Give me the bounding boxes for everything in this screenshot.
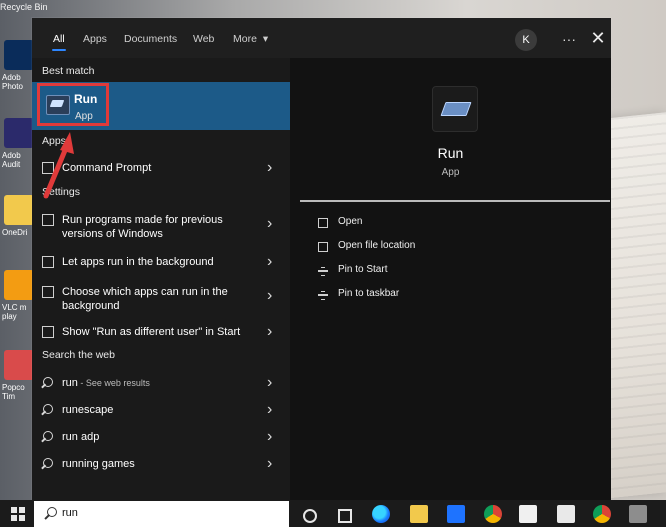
result-label: Show "Run as different user" in Start [62, 326, 241, 338]
action-label: Open file location [338, 240, 416, 251]
background-paper [610, 111, 666, 499]
tab-documents[interactable]: Documents [124, 33, 177, 51]
desktop-label-onedrive: OneDri [2, 228, 28, 237]
file-location-icon [318, 242, 328, 252]
file-icon[interactable] [557, 505, 575, 523]
action-label: Pin to taskbar [338, 288, 400, 299]
result-setting-compat[interactable]: Run programs made for previous versions … [32, 208, 290, 242]
windows-start-icon[interactable] [11, 507, 25, 521]
web-result-runescape[interactable]: runescape › [32, 398, 290, 424]
settings-icon [42, 326, 54, 338]
action-label: Pin to Start [338, 264, 388, 275]
run-app-large-icon [432, 86, 478, 132]
chevron-right-icon[interactable]: › [267, 288, 279, 304]
action-open[interactable]: Open [318, 215, 568, 233]
edge-icon[interactable] [372, 505, 390, 523]
cortana-icon[interactable] [303, 509, 317, 523]
tab-all[interactable]: All [52, 33, 66, 51]
web-result-sub: - See web results [77, 378, 150, 388]
web-section-title: Search the web [42, 349, 115, 361]
web-result-label: run [62, 377, 78, 389]
open-icon [318, 218, 328, 228]
search-tabs-bar: All Apps Documents Web More ▾ K ··· ✕ [32, 18, 611, 58]
result-label: Let apps run in the background [62, 256, 214, 268]
details-app-type: App [441, 167, 460, 178]
settings-icon [42, 214, 54, 226]
result-setting-background[interactable]: Let apps run in the background › [32, 250, 290, 276]
chrome-icon[interactable] [484, 505, 502, 523]
chevron-right-icon[interactable]: › [267, 254, 279, 270]
details-app-name: Run [437, 145, 464, 161]
mail-icon[interactable] [447, 505, 465, 523]
tab-apps[interactable]: Apps [83, 33, 107, 51]
action-open-file-location[interactable]: Open file location [318, 239, 568, 257]
action-pin-to-taskbar[interactable]: Pin to taskbar [318, 287, 568, 305]
web-result-running-games[interactable]: running games › [32, 452, 290, 478]
action-pin-to-start[interactable]: Pin to Start [318, 263, 568, 281]
chrome-alt-icon[interactable] [593, 505, 611, 523]
search-icon [44, 507, 57, 519]
document-icon[interactable] [519, 505, 537, 523]
taskbar-search-box[interactable]: run [34, 501, 289, 527]
tab-more-label: More [233, 33, 257, 45]
desktop-label-photoshop: Adob Photo [2, 73, 23, 91]
action-label: Open [338, 216, 363, 227]
web-result-run[interactable]: run - See web results › [32, 371, 290, 397]
desktop-icon-popcorn[interactable] [4, 350, 34, 380]
desktop-label-vlc: VLC m play [2, 303, 27, 321]
best-match-title: Best match [42, 65, 95, 77]
pin-icon [318, 266, 328, 276]
chevron-right-icon[interactable]: › [267, 402, 279, 418]
annotation-highlight-box [37, 83, 109, 126]
tab-web[interactable]: Web [193, 33, 214, 51]
close-icon[interactable]: ✕ [587, 27, 609, 49]
desktop: Recycle Bin Adob Photo Adob Audit OneDri… [0, 0, 48, 500]
result-setting-different-user[interactable]: Show "Run as different user" in Start › [32, 320, 290, 346]
web-result-run-adp[interactable]: run adp › [32, 425, 290, 451]
desktop-label-audition: Adob Audit [2, 151, 21, 169]
result-label: Run programs made for previous versions … [62, 214, 223, 240]
details-divider [300, 200, 610, 202]
recycle-bin-label: Recycle Bin [0, 2, 48, 12]
web-result-text: run - See web results [62, 376, 257, 390]
chevron-right-icon[interactable]: › [267, 160, 279, 176]
desktop-icon-vlc[interactable] [4, 270, 34, 300]
desktop-icon-onedrive[interactable] [4, 195, 34, 225]
web-result-label: runescape [62, 404, 114, 416]
annotation-arrow [43, 132, 74, 199]
chevron-right-icon[interactable]: › [267, 429, 279, 445]
task-view-icon[interactable] [338, 509, 352, 523]
tab-more[interactable]: More ▾ [233, 33, 268, 51]
user-avatar[interactable]: K [515, 29, 537, 51]
web-result-label: run adp [62, 431, 100, 443]
result-setting-choose-apps[interactable]: Choose which apps can run in the backgro… [32, 280, 290, 314]
pin-icon [318, 290, 328, 300]
web-result-label: running games [62, 458, 135, 470]
desktop-icon-photoshop[interactable] [4, 40, 34, 70]
settings-icon [42, 286, 54, 298]
desktop-label-popcorn: Popco Tim [2, 383, 25, 401]
chevron-right-icon[interactable]: › [267, 456, 279, 472]
settings-icon [42, 256, 54, 268]
chevron-right-icon[interactable]: › [267, 216, 279, 232]
result-label: Choose which apps can run in the backgro… [62, 286, 228, 312]
chevron-down-icon: ▾ [262, 33, 269, 45]
search-icon [42, 431, 54, 443]
search-icon [42, 377, 54, 389]
search-icon [42, 458, 54, 470]
chevron-right-icon[interactable]: › [267, 324, 279, 340]
taskbar-app-icon[interactable] [629, 505, 647, 523]
more-options-icon[interactable]: ··· [558, 28, 580, 50]
file-explorer-icon[interactable] [410, 505, 428, 523]
chevron-right-icon[interactable]: › [267, 375, 279, 391]
start-search-panel: All Apps Documents Web More ▾ K ··· ✕ Be… [32, 18, 611, 500]
result-label: Command Prompt [62, 162, 152, 174]
desktop-icon-audition[interactable] [4, 118, 34, 148]
search-icon [42, 404, 54, 416]
taskbar-search-text[interactable]: run [62, 507, 78, 519]
